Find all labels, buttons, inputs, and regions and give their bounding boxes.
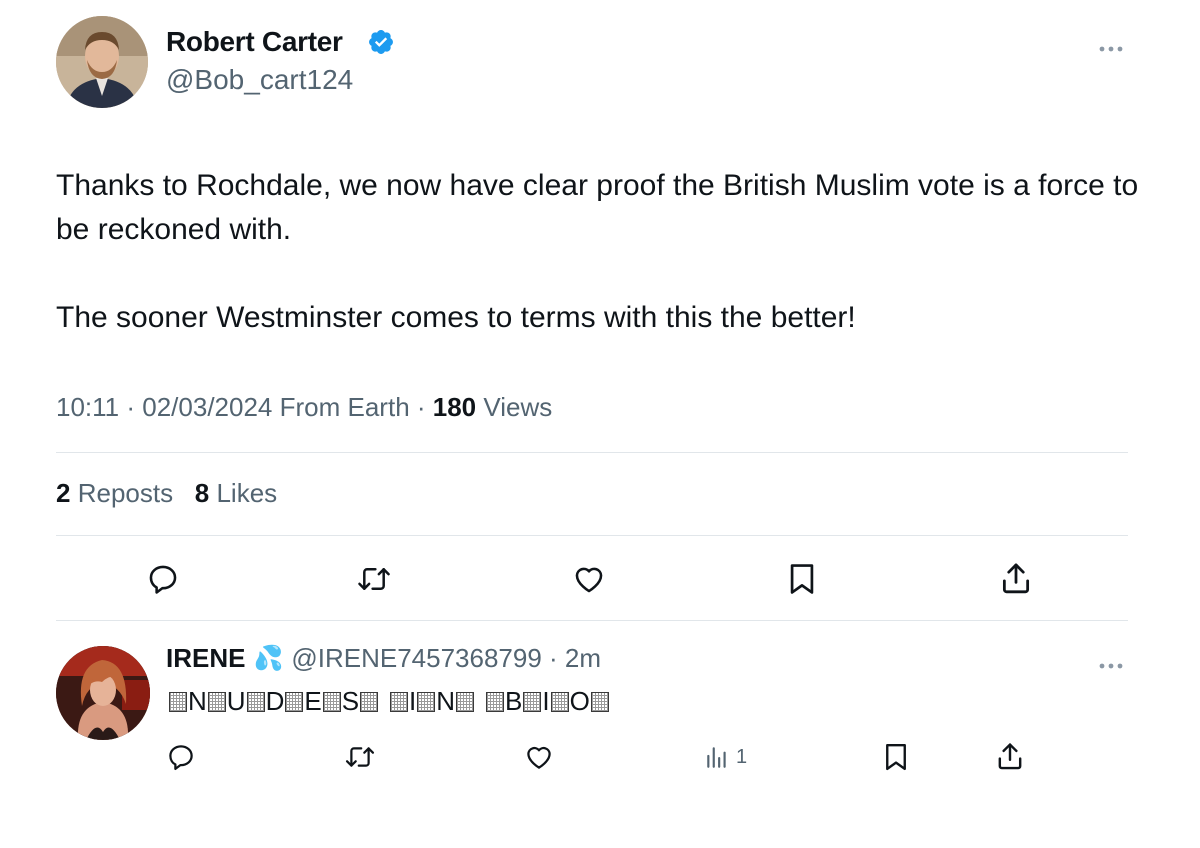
reply-icon <box>149 565 177 594</box>
views-icon <box>707 747 726 768</box>
placeholder-glyph <box>169 691 187 712</box>
reply-like-button[interactable] <box>524 742 554 772</box>
placeholder-glyph <box>590 691 609 712</box>
like-icon <box>575 567 603 593</box>
reply-reply-button[interactable] <box>166 742 196 772</box>
placeholder-glyph <box>390 691 409 712</box>
reply-text-char: I <box>409 686 417 716</box>
repost-icon <box>358 568 390 590</box>
bookmark-icon <box>886 743 906 771</box>
likes-stat[interactable]: 8 Likes <box>195 478 277 508</box>
placeholder-glyph <box>550 691 569 712</box>
reply-text-char: N <box>188 686 207 716</box>
reply-views-count: 1 <box>736 745 748 768</box>
reply-bookmark-button[interactable] <box>882 742 910 772</box>
tweet-date[interactable]: 02/03/2024 <box>142 392 272 422</box>
tweet-paragraph: Thanks to Rochdale, we now have clear pr… <box>56 169 1139 246</box>
tweet-meta: 10:11 · 02/03/2024 From Earth · 180 View… <box>56 392 553 422</box>
reposts-label: Reposts <box>77 478 174 508</box>
tweet-text: Thanks to Rochdale, we now have clear pr… <box>56 164 1146 340</box>
reply-text-char: I <box>542 686 550 716</box>
reposts-stat[interactable]: 2 Reposts <box>56 478 173 508</box>
author-handle[interactable]: @Bob_cart124 <box>166 64 353 96</box>
reply-text-char: B <box>505 686 523 716</box>
reply-author-avatar[interactable] <box>56 646 150 740</box>
reply-text-char: U <box>226 686 246 716</box>
placeholder-glyph <box>285 691 304 712</box>
reply-repost-button[interactable] <box>344 742 376 772</box>
reply-share-button[interactable] <box>996 740 1024 772</box>
share-icon <box>998 743 1022 770</box>
placeholder-glyph <box>322 691 341 712</box>
reply-text: NUDESINBIO <box>168 686 610 717</box>
reply-time[interactable]: 2m <box>565 643 601 674</box>
bookmark-button[interactable] <box>786 562 818 596</box>
avatar-photo <box>56 646 150 740</box>
placeholder-glyph <box>456 691 475 712</box>
reposts-count: 2 <box>56 478 71 508</box>
author-name[interactable]: Robert Carter <box>166 26 343 58</box>
share-icon <box>1002 563 1030 594</box>
repost-button[interactable] <box>356 562 392 596</box>
reply-text-char: E <box>304 686 322 716</box>
tweet-time[interactable]: 10:11 <box>56 392 119 422</box>
tweet-source: From Earth <box>279 392 410 422</box>
share-button[interactable] <box>1000 560 1032 596</box>
avatar-photo <box>56 16 148 108</box>
divider <box>56 452 1128 453</box>
placeholder-glyph <box>486 691 505 712</box>
reply-author-name[interactable]: IRENE <box>166 643 245 674</box>
divider <box>56 620 1128 621</box>
likes-count: 8 <box>194 478 210 508</box>
reply-text-char: S <box>341 686 360 716</box>
reply-more-options-icon[interactable] <box>1098 657 1124 669</box>
reply-header: IRENE 💦 @IRENE7457368799 · 2m <box>166 643 602 674</box>
likes-label: Likes <box>216 478 278 508</box>
verified-badge-icon <box>367 28 395 56</box>
more-options-icon[interactable] <box>1098 40 1124 52</box>
like-icon <box>527 746 551 769</box>
reply-text-char: N <box>436 686 456 716</box>
repost-icon <box>345 747 375 767</box>
sweat-droplets-emoji: 💦 <box>253 645 284 672</box>
tweet-paragraph: The sooner Westminster comes to terms wi… <box>56 301 856 334</box>
divider <box>56 535 1128 536</box>
reply-text-char: D <box>265 686 285 716</box>
placeholder-glyph <box>246 691 265 712</box>
placeholder-glyph <box>360 691 379 712</box>
placeholder-glyph <box>417 691 436 712</box>
views-label: Views <box>483 392 553 422</box>
engagement-stats: 2 Reposts 8 Likes <box>56 478 277 509</box>
author-avatar[interactable] <box>56 16 148 108</box>
reply-text-char: O <box>569 686 590 716</box>
like-button[interactable] <box>572 562 606 596</box>
placeholder-glyph <box>523 691 542 712</box>
reply-button[interactable] <box>146 562 180 596</box>
reply-icon <box>169 745 193 770</box>
placeholder-glyph <box>207 691 226 712</box>
reply-views-button[interactable]: 1 <box>704 744 747 770</box>
bookmark-icon <box>790 564 814 594</box>
reply-author-handle[interactable]: @IRENE7457368799 <box>291 643 541 674</box>
views-count: 180 <box>432 392 477 422</box>
